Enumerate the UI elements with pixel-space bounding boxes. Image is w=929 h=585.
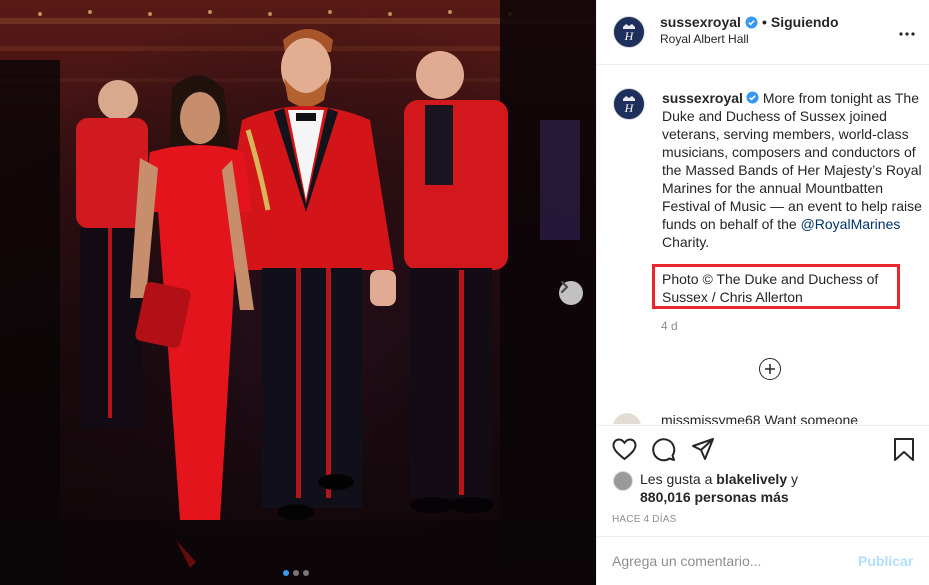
carousel-dot <box>283 570 289 576</box>
likes-summary: Les gusta a blakelively y 880,016 persona… <box>640 470 840 506</box>
more-options-button[interactable] <box>899 23 915 41</box>
more-horizontal-icon <box>899 32 915 36</box>
partial-comment: missmissyme68 Want someone <box>613 410 913 424</box>
post-date[interactable]: HACE 4 DÍAS <box>612 514 676 525</box>
svg-text:H: H <box>624 101 635 115</box>
paper-plane-icon <box>692 438 714 460</box>
header-user-line: sussexroyal • Siguiendo <box>660 14 839 30</box>
svg-text:H: H <box>624 29 635 43</box>
next-photo-button[interactable] <box>559 281 583 305</box>
comment-button[interactable] <box>651 437 676 462</box>
caption-text: More from tonight as The Duke and Duches… <box>662 90 922 232</box>
verified-badge-icon <box>746 91 759 104</box>
photo-credit-text: Photo © The Duke and Duchess of Sussex /… <box>662 271 879 305</box>
mention-link[interactable]: @RoyalMarines <box>801 216 901 232</box>
caption-avatar[interactable]: H <box>613 88 645 120</box>
caption-username[interactable]: sussexroyal <box>662 90 743 106</box>
avatar[interactable]: H <box>613 16 645 48</box>
likes-connector: y <box>787 471 798 487</box>
publish-button[interactable]: Publicar <box>858 553 913 569</box>
post-photo[interactable] <box>0 0 596 585</box>
comment-input[interactable] <box>612 551 852 571</box>
header-username[interactable]: sussexroyal <box>660 14 741 30</box>
liker-username[interactable]: blakelively <box>716 471 787 487</box>
likes-prefix: Les gusta a <box>640 471 717 487</box>
like-button[interactable] <box>612 438 637 461</box>
following-button[interactable]: Siguiendo <box>771 14 839 30</box>
comment-avatar[interactable] <box>613 413 641 424</box>
plus-icon <box>765 364 775 374</box>
bookmark-icon <box>894 438 914 461</box>
likes-count[interactable]: 880,016 personas más <box>640 489 789 505</box>
share-button[interactable] <box>691 437 715 461</box>
heart-icon <box>612 438 637 461</box>
carousel-dot <box>303 570 309 576</box>
royal-crest-icon: H <box>623 24 635 43</box>
royal-crest-icon: H <box>623 96 635 115</box>
verified-badge-icon <box>745 16 758 29</box>
caption-text-end: Charity. <box>662 234 710 250</box>
save-button[interactable] <box>893 437 915 462</box>
comment-bar: Publicar <box>596 536 929 585</box>
photo-credit-highlight: Photo © The Duke and Duchess of Sussex /… <box>652 264 900 309</box>
post-caption: sussexroyal More from tonight as The Duk… <box>662 89 924 251</box>
partial-comment-text: missmissyme68 Want someone <box>661 412 859 424</box>
caption-time[interactable]: 4 d <box>661 319 678 333</box>
liker-avatar[interactable] <box>613 471 633 491</box>
carousel-dot <box>293 570 299 576</box>
post-header: H sussexroyal • Siguiendo Royal Albert H… <box>597 0 929 65</box>
chevron-right-icon <box>560 281 569 293</box>
carousel-indicator <box>283 570 309 576</box>
header-separator: • <box>761 14 767 30</box>
post-location[interactable]: Royal Albert Hall <box>660 32 749 46</box>
load-more-comments-button[interactable] <box>759 358 781 380</box>
event-photo-illustration <box>0 0 596 585</box>
comment-bubble-icon <box>652 438 676 462</box>
